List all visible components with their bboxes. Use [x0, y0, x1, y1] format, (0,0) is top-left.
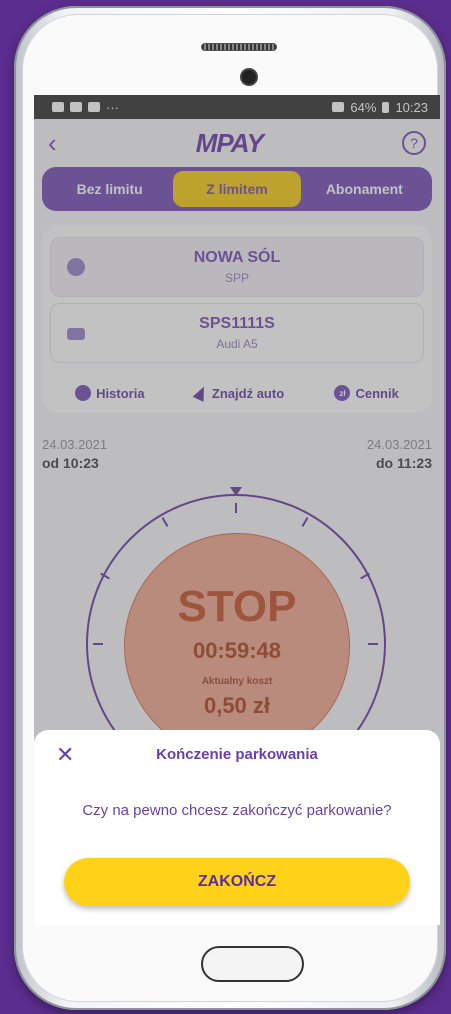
end-parking-sheet: ✕ Kończenie parkowania Czy na pewno chce…: [34, 730, 440, 925]
sheet-message: Czy na pewno chcesz zakończyć parkowanie…: [82, 802, 392, 819]
front-camera: [242, 70, 256, 84]
confirm-end-button[interactable]: ZAKOŃCZ: [64, 858, 410, 906]
speaker-grille: [201, 43, 277, 51]
home-button[interactable]: [201, 946, 304, 982]
sheet-title: Kończenie parkowania: [156, 746, 318, 763]
app-screen: ··· 64% 10:23 ‹ MPAY ? Bez limitu Z limi…: [34, 95, 440, 925]
